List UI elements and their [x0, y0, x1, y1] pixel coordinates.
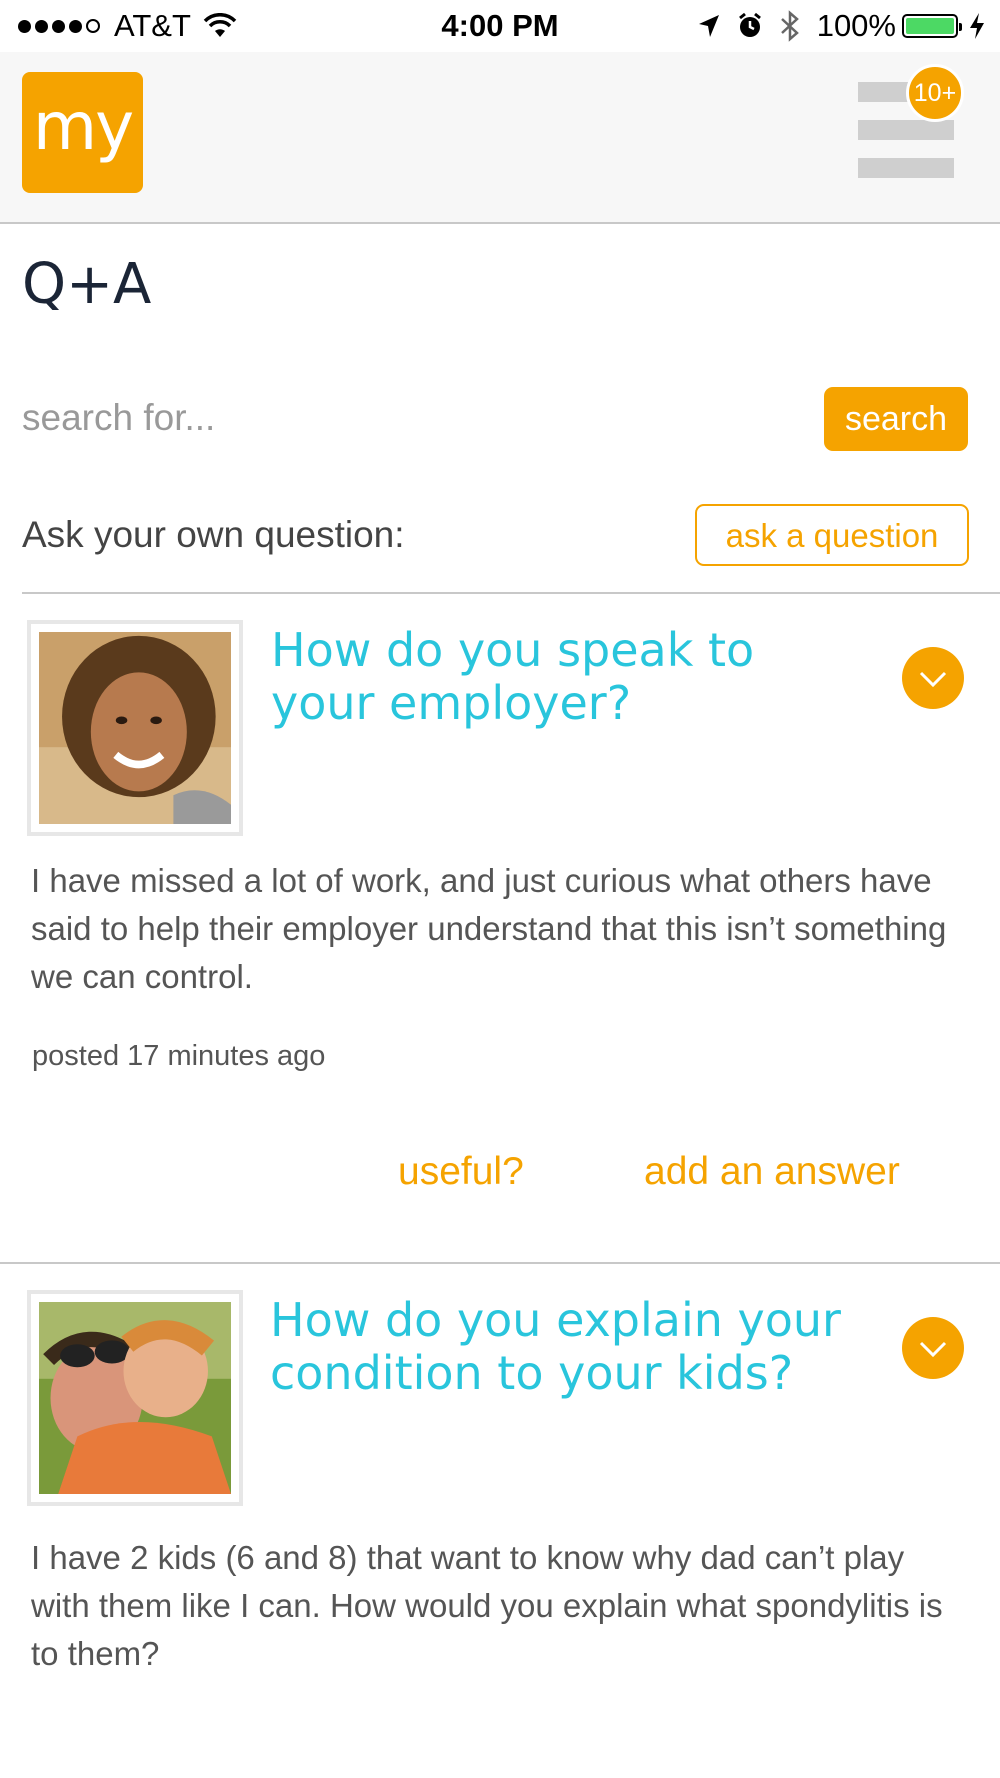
question-body: I have missed a lot of work, and just cu…	[31, 862, 947, 995]
question-title[interactable]: How do you speak to your employer?	[271, 624, 831, 730]
charging-bolt-icon	[970, 13, 984, 39]
divider	[22, 592, 1000, 594]
search-input[interactable]	[22, 388, 802, 448]
useful-link[interactable]: useful?	[398, 1150, 524, 1194]
battery-icon	[902, 14, 962, 38]
question-body: I have 2 kids (6 and 8) that want to kno…	[31, 1539, 943, 1672]
question-title[interactable]: How do you explain your condition to you…	[270, 1294, 860, 1400]
page-title: Q+A	[22, 252, 152, 317]
status-bar: AT&T 4:00 PM 100%	[0, 0, 1000, 52]
bluetooth-icon	[780, 10, 799, 42]
status-right: 100%	[697, 8, 986, 44]
question-avatar	[27, 620, 243, 836]
notification-badge[interactable]: 10+	[906, 64, 964, 122]
app-logo[interactable]: my	[22, 72, 143, 193]
question-avatar	[27, 1290, 243, 1506]
location-arrow-icon	[698, 15, 719, 37]
add-answer-link[interactable]: add an answer	[644, 1150, 900, 1194]
alarm-icon	[738, 12, 761, 37]
ask-question-label: Ask your own question:	[22, 514, 405, 555]
expand-chevron-icon[interactable]	[902, 647, 964, 709]
app-header: my 10+	[0, 52, 1000, 224]
expand-chevron-icon[interactable]	[902, 1317, 964, 1379]
search-button[interactable]: search	[824, 387, 968, 451]
ask-question-button[interactable]: ask a question	[695, 504, 969, 566]
divider	[0, 1262, 1000, 1264]
posted-timestamp: posted 17 minutes ago	[32, 1040, 326, 1072]
battery-percent: 100%	[816, 8, 896, 43]
